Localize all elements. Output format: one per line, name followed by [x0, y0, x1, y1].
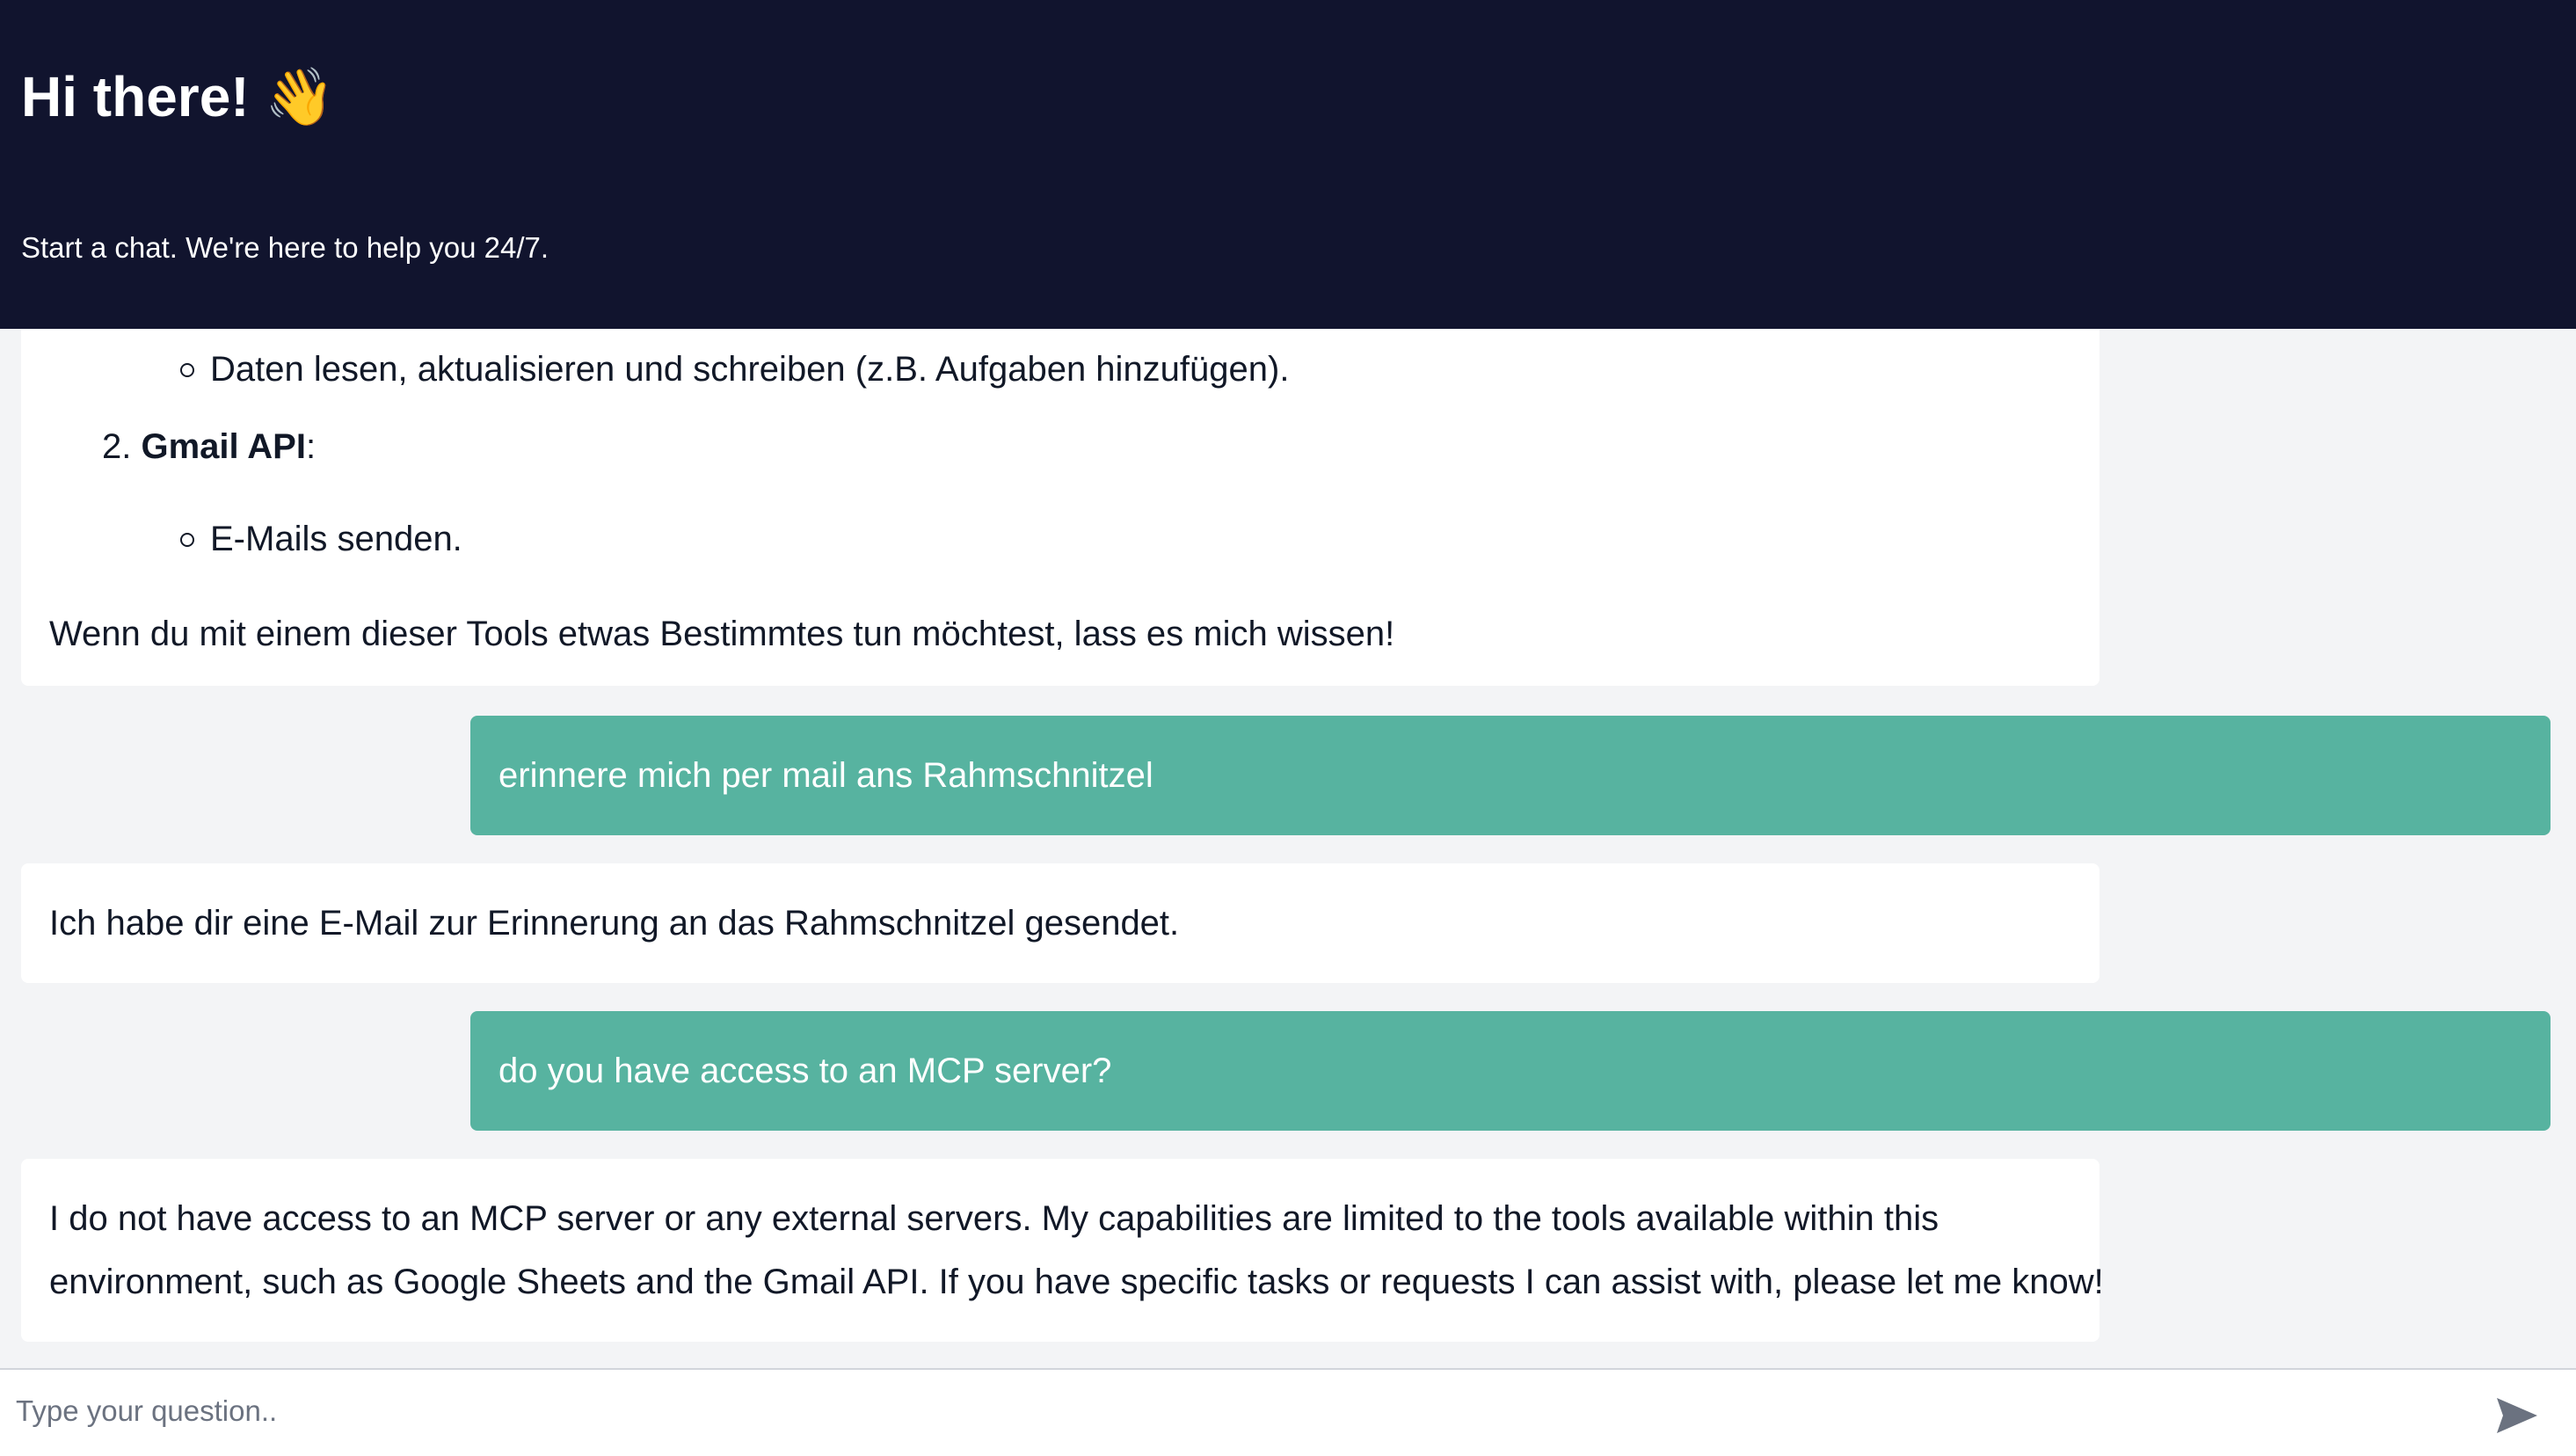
header-title: Hi there! 👋: [21, 65, 336, 128]
bot-message-text: environment, such as Google Sheets and t…: [49, 1263, 2104, 1301]
bot-message-text: Ich habe dir eine E-Mail zur Erinnerung …: [49, 904, 1180, 943]
chat-messages[interactable]: Daten lesen, aktualisieren und schreiben…: [0, 329, 2576, 1368]
list-item-colon: :: [305, 427, 317, 466]
list-item-number: 2.: [102, 427, 132, 466]
bullet-circle: [180, 533, 194, 547]
list-subitem: E-Mails senden.: [210, 520, 462, 558]
list-item-gmail-api: 2. Gmail API:: [102, 415, 316, 478]
bot-message: Ich habe dir eine E-Mail zur Erinnerung …: [21, 863, 2099, 983]
user-message: erinnere mich per mail ans Rahmschnitzel: [470, 716, 2551, 835]
user-message: do you have access to an MCP server?: [470, 1011, 2551, 1131]
send-button[interactable]: [2495, 1396, 2539, 1435]
header-subtitle: Start a chat. We're here to help you 24/…: [21, 231, 549, 264]
list-item-title: Gmail API: [141, 427, 306, 466]
bot-message: I do not have access to an MCP server or…: [21, 1159, 2104, 1342]
chat-input-bar: [0, 1368, 2576, 1456]
question-input[interactable]: [16, 1389, 2460, 1433]
bullet-circle: [180, 363, 194, 377]
send-icon: [2497, 1398, 2537, 1433]
chat-header: Hi there! 👋 Start a chat. We're here to …: [0, 0, 2576, 329]
bot-message-text: Wenn du mit einem dieser Tools etwas Bes…: [49, 615, 1395, 653]
bot-message: Daten lesen, aktualisieren und schreiben…: [21, 329, 2099, 686]
list-subitem: Daten lesen, aktualisieren und schreiben…: [210, 350, 1290, 389]
bot-message-text: I do not have access to an MCP server or…: [49, 1199, 1939, 1238]
